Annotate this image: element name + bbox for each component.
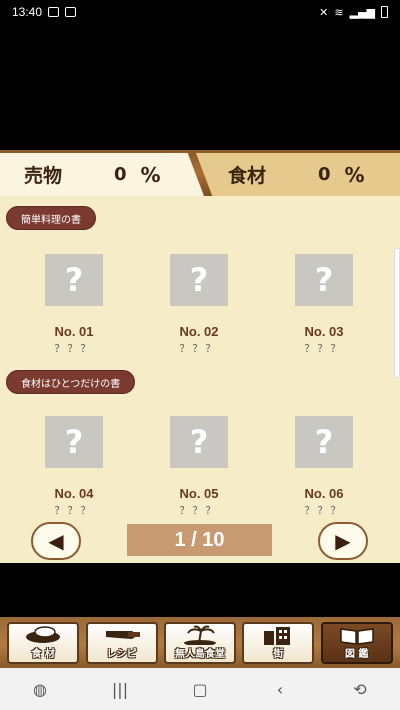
menu-city-button[interactable]: 街 — [242, 621, 315, 664]
item-name: ？？？ — [54, 506, 94, 517]
city-icon — [258, 625, 298, 645]
locked-item-placeholder: ? — [45, 254, 103, 306]
signal-icon: ▂▄▆ — [349, 5, 375, 19]
encyclopedia-item[interactable]: ? No. 03 ？？？ — [279, 254, 369, 355]
menu-label: レシピ — [106, 648, 137, 660]
item-number: No. 03 — [304, 324, 344, 339]
recent-apps-icon[interactable]: ||| — [100, 674, 140, 704]
assistant-icon[interactable]: ◍ — [20, 674, 60, 704]
back-icon[interactable]: ‹ — [260, 674, 300, 704]
item-name: ？？？ — [54, 344, 94, 355]
empty-top-area — [0, 24, 400, 150]
tab-completion-value: 0 — [318, 164, 331, 185]
section-title-pill: 食材はひとつだけの書 — [6, 370, 136, 394]
encyclopedia-item[interactable]: ? No. 04 ？？？ — [29, 416, 119, 517]
tab-sales-items[interactable]: 売物 0 % — [0, 153, 204, 196]
locked-item-placeholder: ? — [295, 254, 353, 306]
encyclopedia-panel: 売物 0 % 食材 0 % 簡単料理の書 ? No. 01 ？？？ ? No. … — [0, 150, 400, 563]
item-number: No. 04 — [54, 486, 94, 501]
book-icon — [337, 625, 377, 645]
item-name: ？？？ — [304, 506, 344, 517]
locked-item-placeholder: ? — [45, 416, 103, 468]
item-number: No. 05 — [179, 486, 219, 501]
tab-completion-sign: % — [344, 162, 365, 187]
item-name: ？？？ — [304, 344, 344, 355]
home-icon[interactable]: ▢ — [180, 674, 220, 704]
encyclopedia-item[interactable]: ? No. 06 ？？？ — [279, 416, 369, 517]
menu-label: 街 — [273, 648, 284, 660]
locked-item-placeholder: ? — [295, 416, 353, 468]
tab-label: 食材 — [228, 165, 267, 187]
tab-ingredients[interactable]: 食材 0 % — [196, 153, 400, 196]
page-indicator: 1 / 10 — [127, 524, 272, 556]
menu-label: 図 鑑 — [345, 648, 369, 660]
tab-label: 売物 — [24, 165, 63, 187]
section-title-pill: 簡単料理の書 — [6, 206, 96, 230]
tab-completion-value: 0 — [114, 164, 127, 185]
rotate-icon[interactable]: ⟲ — [340, 674, 380, 704]
prev-page-button[interactable]: ◀ — [31, 522, 81, 560]
app-notification-icon — [65, 7, 77, 17]
status-bar: 13:40 ✕ ≋ ▂▄▆ — [0, 0, 400, 24]
arrow-left-icon: ◀ — [48, 529, 64, 553]
wifi-icon: ≋ — [334, 5, 344, 19]
menu-island-diner-button[interactable]: 無人島食堂 — [163, 621, 236, 664]
game-menu-bar: 食 材 レシピ 無人島食堂 街 図 鑑 — [0, 617, 400, 668]
item-number: No. 06 — [304, 486, 344, 501]
next-page-button[interactable]: ▶ — [318, 522, 368, 560]
arrow-right-icon: ▶ — [335, 529, 351, 553]
encyclopedia-item[interactable]: ? No. 05 ？？？ — [154, 416, 244, 517]
item-number: No. 02 — [179, 324, 219, 339]
empty-bottom-area — [0, 563, 400, 617]
encyclopedia-item[interactable]: ? No. 02 ？？？ — [154, 254, 244, 355]
mute-icon: ✕ — [319, 5, 329, 19]
gallery-notification-icon — [48, 7, 60, 17]
menu-recipe-button[interactable]: レシピ — [85, 621, 158, 664]
menu-label: 無人島食堂 — [174, 648, 225, 660]
battery-icon — [381, 6, 388, 18]
item-name: ？？？ — [179, 344, 219, 355]
island-icon — [180, 625, 220, 645]
ingredients-icon — [23, 625, 63, 645]
status-time: 13:40 — [12, 5, 43, 19]
scrollbar[interactable] — [394, 248, 400, 378]
knife-icon — [102, 625, 142, 645]
encyclopedia-item[interactable]: ? No. 01 ？？？ — [29, 254, 119, 355]
item-name: ？？？ — [179, 506, 219, 517]
tab-completion-sign: % — [140, 162, 161, 187]
menu-ingredients-button[interactable]: 食 材 — [7, 621, 80, 664]
system-navigation-bar: ◍ ||| ▢ ‹ ⟲ — [0, 668, 400, 710]
item-number: No. 01 — [54, 324, 94, 339]
locked-item-placeholder: ? — [170, 416, 228, 468]
menu-label: 食 材 — [31, 648, 55, 660]
locked-item-placeholder: ? — [170, 254, 228, 306]
menu-encyclopedia-button[interactable]: 図 鑑 — [320, 621, 393, 664]
